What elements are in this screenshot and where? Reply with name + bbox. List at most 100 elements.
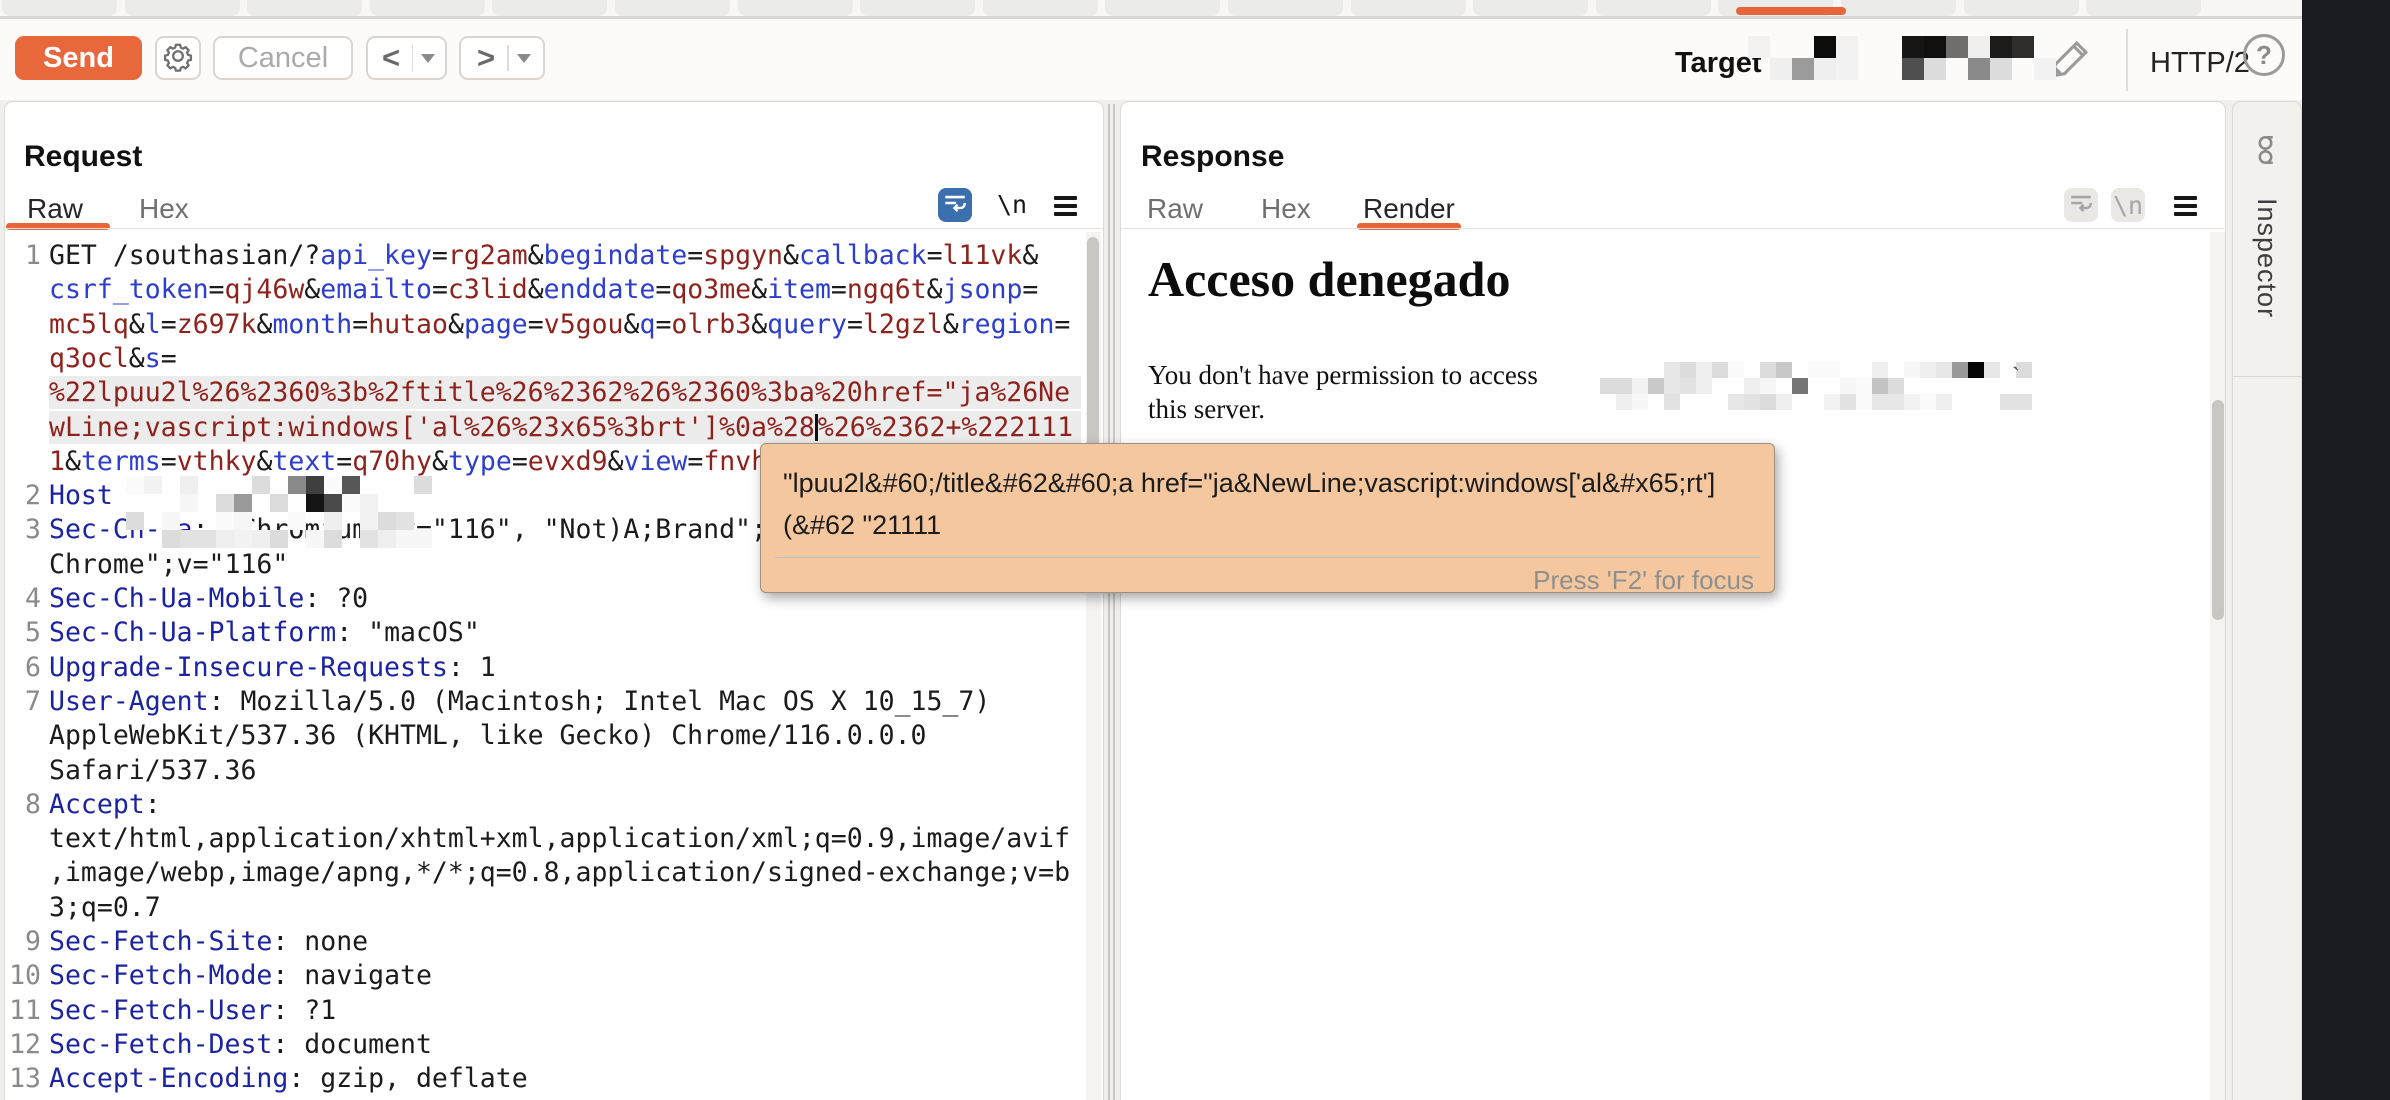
split-button-divider — [507, 45, 509, 71]
line-number: 3 — [5, 512, 41, 547]
request-editor-row[interactable]: 8Accept: — [5, 787, 1085, 822]
request-editor-row[interactable]: Safari/537.36 — [5, 753, 1085, 788]
app-tab[interactable] — [1964, 0, 2079, 16]
request-editor-row[interactable]: 13Accept-Encoding: gzip, deflate — [5, 1061, 1085, 1096]
request-editor-row[interactable]: 3;q=0.7 — [5, 890, 1085, 925]
active-tab-indicator — [1736, 7, 1846, 15]
redacted-response-text — [1600, 362, 2032, 408]
request-editor-row[interactable]: 7User-Agent: Mozilla/5.0 (Macintosh; Int… — [5, 684, 1085, 719]
back-arrow-glyph: < — [382, 40, 400, 76]
app-tab[interactable] — [615, 0, 730, 16]
app-tab[interactable] — [2086, 0, 2201, 16]
response-tab-hex[interactable]: Hex — [1261, 193, 1311, 225]
response-scrollbar-thumb[interactable] — [2212, 400, 2224, 620]
prettify-toggle-button-disabled — [2064, 188, 2098, 222]
panel-splitter[interactable] — [1108, 104, 1110, 1100]
app-tab[interactable] — [983, 0, 1098, 16]
help-icon[interactable]: ? — [2243, 34, 2285, 76]
request-editor-row[interactable]: 10Sec-Fetch-Mode: navigate — [5, 958, 1085, 993]
request-editor-row[interactable]: q3ocl&s= — [5, 341, 1085, 376]
word-wrap-icon — [2068, 190, 2094, 221]
chevron-down-icon[interactable] — [517, 54, 531, 63]
line-number: 10 — [5, 958, 41, 993]
app-tab[interactable] — [125, 0, 240, 16]
line-number: 6 — [5, 650, 41, 685]
app-tab[interactable] — [1351, 0, 1466, 16]
send-settings-button[interactable] — [155, 36, 201, 80]
request-editor-row[interactable]: %22lpuu2l%26%2360%3b%2ftitle%26%2362%26%… — [5, 375, 1085, 410]
line-number: 11 — [5, 993, 41, 1028]
app-tab[interactable] — [860, 0, 975, 16]
request-panel: Request Raw Hex \n 1GET /southasian/?api… — [4, 101, 1104, 1100]
app-tab[interactable] — [1596, 0, 1711, 16]
payload-preview-tooltip: "lpuu2l&#60;/title&#62&#60;a href="ja&Ne… — [760, 443, 1775, 593]
request-editor-row[interactable]: 11Sec-Fetch-User: ?1 — [5, 993, 1085, 1028]
request-editor-row[interactable]: 5Sec-Ch-Ua-Platform: "macOS" — [5, 615, 1085, 650]
inspector-title[interactable]: Inspector — [2251, 198, 2282, 318]
forward-arrow-glyph: > — [477, 40, 495, 76]
app-tab[interactable] — [247, 0, 362, 16]
response-tab-raw[interactable]: Raw — [1147, 193, 1203, 225]
request-editor-row[interactable]: csrf_token=qj46w&emailto=c3lid&enddate=q… — [5, 272, 1085, 307]
line-number: 2 — [5, 478, 41, 513]
http-version-label[interactable]: HTTP/2 — [2150, 47, 2250, 80]
toolbar-divider — [2126, 29, 2128, 91]
response-scrollbar[interactable] — [2210, 232, 2225, 1100]
app-tab[interactable] — [1105, 0, 1220, 16]
app-tab[interactable] — [2, 0, 117, 16]
line-number: 7 — [5, 684, 41, 719]
request-editor[interactable]: 1GET /southasian/?api_key=rg2am&begindat… — [5, 102, 1103, 1100]
panel-splitter[interactable] — [1113, 104, 1115, 1100]
render-stray-mark: ` — [2012, 364, 2020, 391]
line-number: 5 — [5, 615, 41, 650]
tooltip-focus-hint: Press 'F2' for focus — [1533, 565, 1754, 596]
inspector-divider — [2233, 376, 2301, 377]
app-tab[interactable] — [1841, 0, 1956, 16]
request-editor-row[interactable]: mc5lq&l=z697k&month=hutao&page=v5gou&q=o… — [5, 307, 1085, 342]
render-body-line: You don't have permission to access — [1148, 360, 1538, 391]
app-tab[interactable] — [492, 0, 607, 16]
line-number: 4 — [5, 581, 41, 616]
request-editor-row[interactable]: AppleWebKit/537.36 (KHTML, like Gecko) C… — [5, 718, 1085, 753]
show-newlines-toggle-disabled: \n — [2111, 188, 2145, 222]
inspector-glasses-icon[interactable] — [2249, 130, 2285, 175]
screen-right-dark-strip — [2302, 0, 2390, 1100]
request-editor-row[interactable]: 1GET /southasian/?api_key=rg2am&begindat… — [5, 238, 1085, 273]
request-editor-row[interactable]: 9Sec-Fetch-Site: none — [5, 924, 1085, 959]
tooltip-decoded-payload-line: "lpuu2l&#60;/title&#62&#60;a href="ja&Ne… — [783, 468, 1715, 499]
app-tab-strip — [0, 0, 2390, 16]
line-number: 12 — [5, 1027, 41, 1062]
burp-repeater-screen: Send Cancel < > Target — [0, 0, 2390, 1100]
line-number: 13 — [5, 1061, 41, 1096]
forward-history-button[interactable]: > — [459, 36, 545, 80]
request-editor-row[interactable]: ,image/webp,image/apng,*/*;q=0.8,applica… — [5, 855, 1085, 890]
request-editor-row[interactable]: 6Upgrade-Insecure-Requests: 1 — [5, 650, 1085, 685]
request-editor-row[interactable]: text/html,application/xhtml+xml,applicat… — [5, 821, 1085, 856]
chevron-down-icon[interactable] — [421, 54, 435, 63]
line-number: 9 — [5, 924, 41, 959]
response-header-divider — [1122, 228, 2224, 229]
repeater-toolbar: Send Cancel < > Target — [0, 19, 2390, 100]
app-tab[interactable] — [370, 0, 485, 16]
line-number: 1 — [5, 238, 41, 273]
tooltip-divider — [775, 557, 1760, 558]
request-editor-row[interactable]: wLine;vascript:windows['al%26%23x65%3brt… — [5, 410, 1085, 445]
tooltip-decoded-payload-line: (&#62 "21111 — [783, 510, 941, 541]
app-tab[interactable] — [1228, 0, 1343, 16]
render-page-heading: Acceso denegado — [1148, 250, 1510, 308]
line-number: 8 — [5, 787, 41, 822]
back-history-button[interactable]: < — [366, 36, 447, 80]
split-button-divider — [412, 45, 413, 71]
response-tab-render[interactable]: Render — [1363, 193, 1455, 225]
app-tab[interactable] — [1473, 0, 1588, 16]
render-body-line: this server. — [1148, 394, 1265, 425]
request-scrollbar-thumb[interactable] — [1087, 237, 1099, 473]
cancel-button[interactable]: Cancel — [213, 36, 353, 80]
request-editor-row[interactable]: 12Sec-Fetch-Dest: document — [5, 1027, 1085, 1062]
line-number: 14 — [5, 1096, 41, 1100]
app-tab[interactable] — [738, 0, 853, 16]
send-button[interactable]: Send — [15, 36, 142, 80]
response-menu-icon[interactable] — [2174, 192, 2197, 220]
request-editor-row[interactable]: 14Accept-Language: zh-CN,zh;q=0.9,en;q=0… — [5, 1096, 1085, 1100]
redacted-host-value — [126, 476, 418, 539]
